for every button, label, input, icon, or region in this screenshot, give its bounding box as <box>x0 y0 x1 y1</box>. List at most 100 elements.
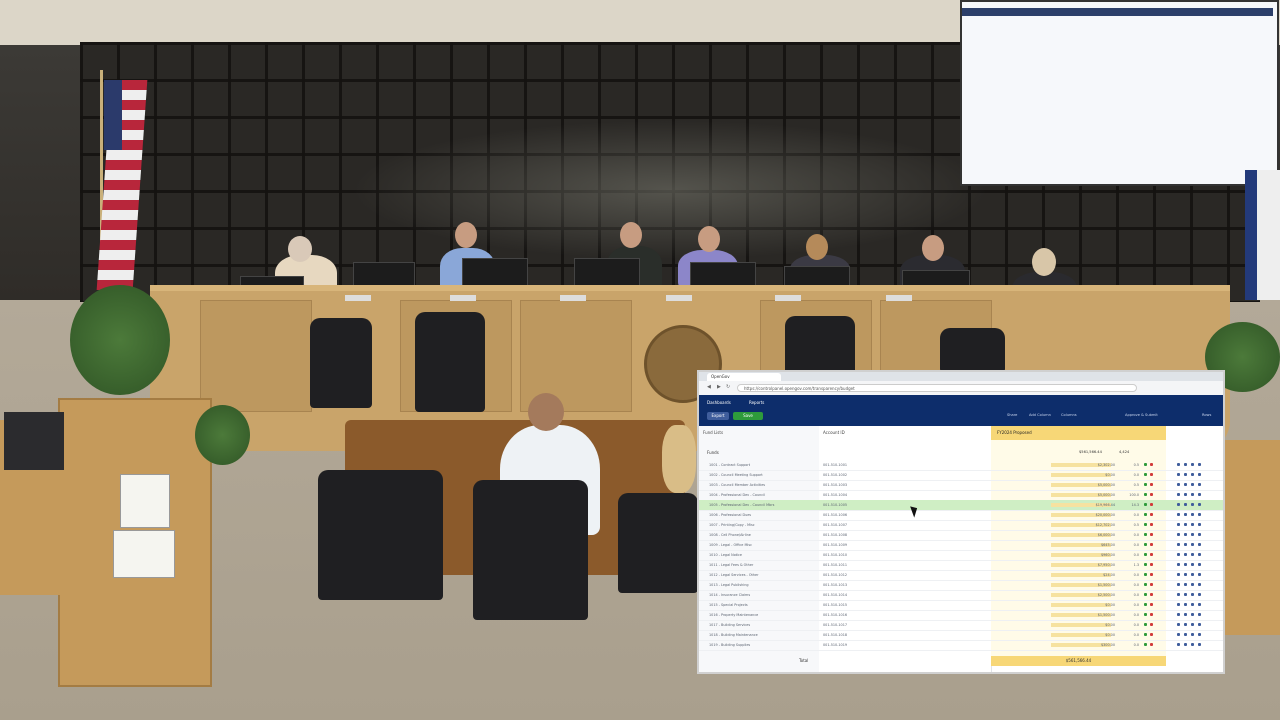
row-action-icon[interactable] <box>1191 463 1194 466</box>
row-action-icon[interactable] <box>1184 633 1187 636</box>
row-action-icon[interactable] <box>1191 563 1194 566</box>
row-action-icon[interactable] <box>1198 633 1201 636</box>
decrease-icon[interactable] <box>1150 553 1153 556</box>
increase-icon[interactable] <box>1144 553 1147 556</box>
row-action-icon[interactable] <box>1191 573 1194 576</box>
row-action-icon[interactable] <box>1177 513 1180 516</box>
row-action-icon[interactable] <box>1177 633 1180 636</box>
decrease-icon[interactable] <box>1150 643 1153 646</box>
decrease-icon[interactable] <box>1150 573 1153 576</box>
export-button[interactable]: Export <box>707 412 729 420</box>
row-action-icon[interactable] <box>1198 543 1201 546</box>
row-action-icon[interactable] <box>1198 513 1201 516</box>
row-action-icon[interactable] <box>1191 503 1194 506</box>
row-action-icon[interactable] <box>1184 583 1187 586</box>
row-value[interactable]: $645.00 <box>1079 540 1115 550</box>
row-action-icon[interactable] <box>1177 553 1180 556</box>
row-action-icon[interactable] <box>1191 533 1194 536</box>
row-value[interactable]: $7,950.00 <box>1079 560 1115 570</box>
increase-icon[interactable] <box>1144 463 1147 466</box>
increase-icon[interactable] <box>1144 613 1147 616</box>
row-action-icon[interactable] <box>1191 593 1194 596</box>
row-action-icon[interactable] <box>1184 543 1187 546</box>
row-action-icon[interactable] <box>1198 473 1201 476</box>
decrease-icon[interactable] <box>1150 513 1153 516</box>
back-icon[interactable]: ◀ <box>707 384 711 390</box>
row-action-icon[interactable] <box>1191 643 1194 646</box>
decrease-icon[interactable] <box>1150 503 1153 506</box>
decrease-icon[interactable] <box>1150 483 1153 486</box>
tab-reports[interactable]: Reports <box>749 400 764 405</box>
decrease-icon[interactable] <box>1150 563 1153 566</box>
row-action-icon[interactable] <box>1198 573 1201 576</box>
row-action-icon[interactable] <box>1184 503 1187 506</box>
row-action-icon[interactable] <box>1177 473 1180 476</box>
decrease-icon[interactable] <box>1150 583 1153 586</box>
row-value[interactable]: $1,500.00 <box>1079 610 1115 620</box>
row-action-icon[interactable] <box>1177 593 1180 596</box>
increase-icon[interactable] <box>1144 493 1147 496</box>
row-action-icon[interactable] <box>1177 563 1180 566</box>
row-action-icon[interactable] <box>1191 483 1194 486</box>
row-action-icon[interactable] <box>1191 623 1194 626</box>
row-action-icon[interactable] <box>1184 573 1187 576</box>
row-action-icon[interactable] <box>1198 483 1201 486</box>
row-value[interactable]: $960.00 <box>1079 550 1115 560</box>
row-value[interactable]: $0.00 <box>1079 600 1115 610</box>
row-action-icon[interactable] <box>1198 593 1201 596</box>
row-action-icon[interactable] <box>1191 553 1194 556</box>
row-value[interactable]: $5,000.00 <box>1079 490 1115 500</box>
row-action-icon[interactable] <box>1177 613 1180 616</box>
row-action-icon[interactable] <box>1198 583 1201 586</box>
row-action-icon[interactable] <box>1191 473 1194 476</box>
add-column-button[interactable]: Add Column <box>1029 413 1051 417</box>
row-action-icon[interactable] <box>1198 463 1201 466</box>
value-column-header[interactable]: FY2024 Proposed <box>991 426 1166 440</box>
increase-icon[interactable] <box>1144 533 1147 536</box>
decrease-icon[interactable] <box>1150 613 1153 616</box>
row-action-icon[interactable] <box>1177 533 1180 536</box>
row-value[interactable]: $20,000.00 <box>1079 510 1115 520</box>
row-action-icon[interactable] <box>1177 503 1180 506</box>
increase-icon[interactable] <box>1144 573 1147 576</box>
row-value[interactable]: $0.00 <box>1079 630 1115 640</box>
row-action-icon[interactable] <box>1177 623 1180 626</box>
row-action-icon[interactable] <box>1184 563 1187 566</box>
increase-icon[interactable] <box>1144 473 1147 476</box>
account-column-header[interactable]: Account ID <box>819 426 991 440</box>
row-action-icon[interactable] <box>1184 623 1187 626</box>
tab-dashboards[interactable]: Dashboards <box>707 400 731 405</box>
increase-icon[interactable] <box>1144 543 1147 546</box>
row-action-icon[interactable] <box>1198 643 1201 646</box>
row-action-icon[interactable] <box>1198 523 1201 526</box>
row-value[interactable]: $5,000.00 <box>1079 480 1115 490</box>
row-action-icon[interactable] <box>1184 523 1187 526</box>
approve-submit-button[interactable]: Approve & Submit <box>1125 413 1158 417</box>
row-action-icon[interactable] <box>1177 463 1180 466</box>
row-action-icon[interactable] <box>1191 633 1194 636</box>
forward-icon[interactable]: ▶ <box>717 384 721 390</box>
row-action-icon[interactable] <box>1177 523 1180 526</box>
reload-icon[interactable]: ↻ <box>726 384 730 390</box>
row-action-icon[interactable] <box>1177 583 1180 586</box>
row-action-icon[interactable] <box>1191 523 1194 526</box>
increase-icon[interactable] <box>1144 603 1147 606</box>
decrease-icon[interactable] <box>1150 533 1153 536</box>
decrease-icon[interactable] <box>1150 543 1153 546</box>
decrease-icon[interactable] <box>1150 523 1153 526</box>
row-action-icon[interactable] <box>1177 543 1180 546</box>
increase-icon[interactable] <box>1144 563 1147 566</box>
browser-tab[interactable]: OpenGov <box>707 373 781 381</box>
row-value[interactable]: $0.00 <box>1079 620 1115 630</box>
increase-icon[interactable] <box>1144 503 1147 506</box>
row-value[interactable]: $300.00 <box>1079 640 1115 650</box>
row-action-icon[interactable] <box>1184 473 1187 476</box>
row-value[interactable]: $1,500.00 <box>1079 580 1115 590</box>
row-action-icon[interactable] <box>1184 513 1187 516</box>
save-button[interactable]: Save <box>733 412 763 420</box>
row-action-icon[interactable] <box>1198 613 1201 616</box>
row-action-icon[interactable] <box>1184 533 1187 536</box>
increase-icon[interactable] <box>1144 523 1147 526</box>
decrease-icon[interactable] <box>1150 603 1153 606</box>
increase-icon[interactable] <box>1144 483 1147 486</box>
